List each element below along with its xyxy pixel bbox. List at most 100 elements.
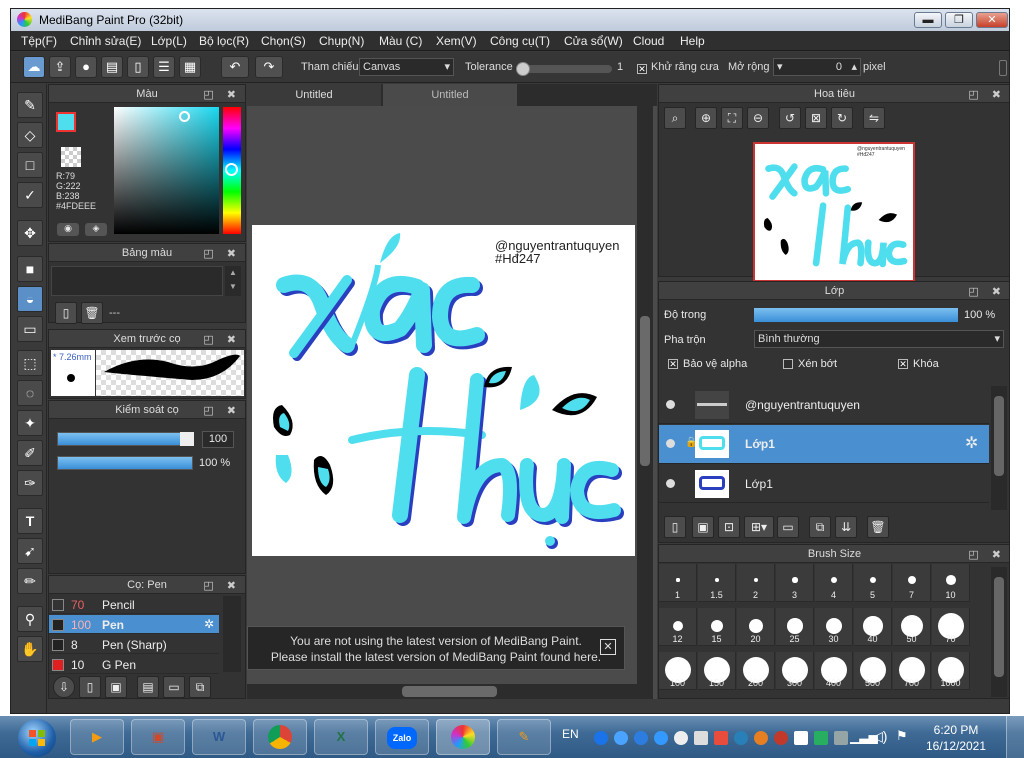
- brush-size-option[interactable]: 1000: [932, 652, 970, 690]
- close-button[interactable]: ✕: [976, 12, 1008, 28]
- folder-icon[interactable]: ▭: [163, 676, 185, 698]
- gear-icon[interactable]: ✲: [204, 617, 214, 631]
- comment-icon[interactable]: ●: [75, 56, 97, 78]
- brush-size-option[interactable]: 5: [854, 564, 892, 602]
- redo-icon[interactable]: ↷: [255, 56, 283, 78]
- layer-scroll-thumb[interactable]: [994, 396, 1004, 476]
- eye-icon[interactable]: [666, 400, 675, 409]
- select-pen-icon[interactable]: ✓: [17, 182, 43, 208]
- excel-task[interactable]: X: [314, 719, 368, 755]
- palette-swatch-area[interactable]: [51, 266, 223, 296]
- brush-size-option[interactable]: 15: [698, 608, 736, 646]
- operation-tool-icon[interactable]: ➹: [17, 538, 43, 564]
- color-slider-icon[interactable]: ◈: [85, 223, 107, 236]
- zoom-out-icon[interactable]: ⊖: [747, 107, 769, 129]
- note-icon[interactable]: ▤: [101, 56, 123, 78]
- magic-wand-icon[interactable]: ✦: [17, 410, 43, 436]
- duplicate-layer-icon[interactable]: ⧉: [809, 516, 831, 538]
- reset-view-icon[interactable]: ⊠: [805, 107, 827, 129]
- clipping-checkbox[interactable]: [783, 359, 793, 369]
- zalo-tray-icon[interactable]: [594, 731, 608, 745]
- cloud-download-icon[interactable]: ⇩: [53, 676, 75, 698]
- medibang-task[interactable]: [436, 719, 490, 755]
- tab-untitled-1[interactable]: Untitled: [247, 84, 381, 106]
- brush-size-option[interactable]: 10: [932, 564, 970, 602]
- divide-tool-icon[interactable]: ✏: [17, 568, 43, 594]
- select-eraser-icon[interactable]: ✑: [17, 470, 43, 496]
- new-layer-icon[interactable]: ▯: [664, 516, 686, 538]
- toolbar-overflow-handle[interactable]: [999, 60, 1007, 76]
- brush-size-option[interactable]: 30: [815, 608, 853, 646]
- brush-size-option[interactable]: 500: [854, 652, 892, 690]
- media-player-task[interactable]: ▶: [70, 719, 124, 755]
- brush-size-option[interactable]: 3: [776, 564, 814, 602]
- picker-cursor[interactable]: [179, 111, 190, 122]
- canvas-vscroll-thumb[interactable]: [640, 316, 650, 466]
- transparent-swatch[interactable]: [61, 147, 81, 167]
- brush-size-option[interactable]: 1: [659, 564, 697, 602]
- presentation-task[interactable]: ▣: [131, 719, 185, 755]
- brush-size-option[interactable]: 70: [932, 608, 970, 646]
- bucket-tool-icon[interactable]: ◒: [17, 286, 43, 312]
- eraser-tool-icon[interactable]: ◇: [17, 122, 43, 148]
- messenger-tray-icon[interactable]: [654, 731, 668, 745]
- zoom-icon[interactable]: ⌕: [664, 107, 686, 129]
- lasso-select-icon[interactable]: ◌: [17, 380, 43, 406]
- brush-size-slider-knob[interactable]: [180, 432, 194, 446]
- menu-color[interactable]: Màu (C): [379, 34, 422, 48]
- minimize-button[interactable]: ▬: [914, 12, 942, 28]
- start-button[interactable]: [18, 719, 56, 757]
- menu-cloud[interactable]: Cloud: [633, 34, 664, 48]
- shape-tool-icon[interactable]: ■: [17, 256, 43, 282]
- brush-size-scrollbar[interactable]: [991, 567, 1007, 697]
- grid-icon[interactable]: ▦: [179, 56, 201, 78]
- rect-select-icon[interactable]: ⬚: [17, 350, 43, 376]
- canvas-area[interactable]: @nguyentrantuquyen #Hđ247 You are not us…: [247, 106, 657, 699]
- brush-size-option[interactable]: 1.5: [698, 564, 736, 602]
- cloud-tray-icon[interactable]: [614, 731, 628, 745]
- brush-size-option[interactable]: 100: [659, 652, 697, 690]
- brush-size-option[interactable]: 12: [659, 608, 697, 646]
- brush-size-option[interactable]: 400: [815, 652, 853, 690]
- brush-size-option[interactable]: 700: [893, 652, 931, 690]
- list-icon[interactable]: ☰: [153, 56, 175, 78]
- notice-close-button[interactable]: ✕: [600, 639, 616, 655]
- stepper-down-icon[interactable]: ▾: [777, 59, 783, 75]
- brush-size-option[interactable]: 25: [776, 608, 814, 646]
- vlc-tray-icon[interactable]: [794, 731, 808, 745]
- add-layer-menu-icon[interactable]: ⊞▾: [744, 516, 774, 538]
- protect-alpha-checkbox[interactable]: ✕: [668, 359, 678, 369]
- navigator-thumbnail[interactable]: @nguyentrantuquyen #Hđ247: [753, 142, 915, 282]
- eye-icon[interactable]: [666, 439, 675, 448]
- tolerance-slider[interactable]: [519, 65, 612, 73]
- brush-size-value[interactable]: 100: [202, 431, 234, 448]
- tab-untitled-2[interactable]: Untitled: [383, 84, 517, 106]
- brush-item-selected[interactable]: 100 Pen ✲: [49, 615, 219, 634]
- trash-icon[interactable]: 🗑: [81, 302, 103, 324]
- brush-tool-icon[interactable]: ✎: [17, 92, 43, 118]
- word-task[interactable]: W: [192, 719, 246, 755]
- menu-capture[interactable]: Chụp(N): [319, 34, 364, 48]
- palette-scrollbar[interactable]: ▲ ▼: [225, 266, 241, 296]
- layer-opacity-slider[interactable]: [754, 308, 958, 322]
- undo-icon[interactable]: ↶: [221, 56, 249, 78]
- merge-layer-icon[interactable]: ⇊: [835, 516, 857, 538]
- panel-controls-icon[interactable]: ◰ ✖: [968, 283, 1006, 301]
- menu-layer[interactable]: Lớp(L): [151, 34, 187, 48]
- brush-size-option[interactable]: 200: [737, 652, 775, 690]
- layer-list-scrollbar[interactable]: [991, 386, 1007, 510]
- reference-select[interactable]: Canvas ▾: [359, 58, 454, 76]
- notification-icon[interactable]: ⚑: [896, 728, 908, 744]
- hand-tool-icon[interactable]: ✋: [17, 636, 43, 662]
- gear-icon[interactable]: ✲: [965, 433, 978, 453]
- update-tray-icon[interactable]: [814, 731, 828, 745]
- layer-row[interactable]: Lớp1: [659, 465, 989, 503]
- blend-mode-select[interactable]: Bình thường ▾: [754, 330, 1004, 348]
- canvas-hscroll-thumb[interactable]: [402, 686, 497, 697]
- brush-size-option[interactable]: 40: [854, 608, 892, 646]
- language-indicator[interactable]: EN: [562, 727, 579, 741]
- menu-tools[interactable]: Công cụ(T): [490, 34, 550, 48]
- brush-size-option[interactable]: 50: [893, 608, 931, 646]
- brush-item[interactable]: 10 G Pen: [49, 655, 219, 674]
- brush-settings-icon[interactable]: ▤: [137, 676, 159, 698]
